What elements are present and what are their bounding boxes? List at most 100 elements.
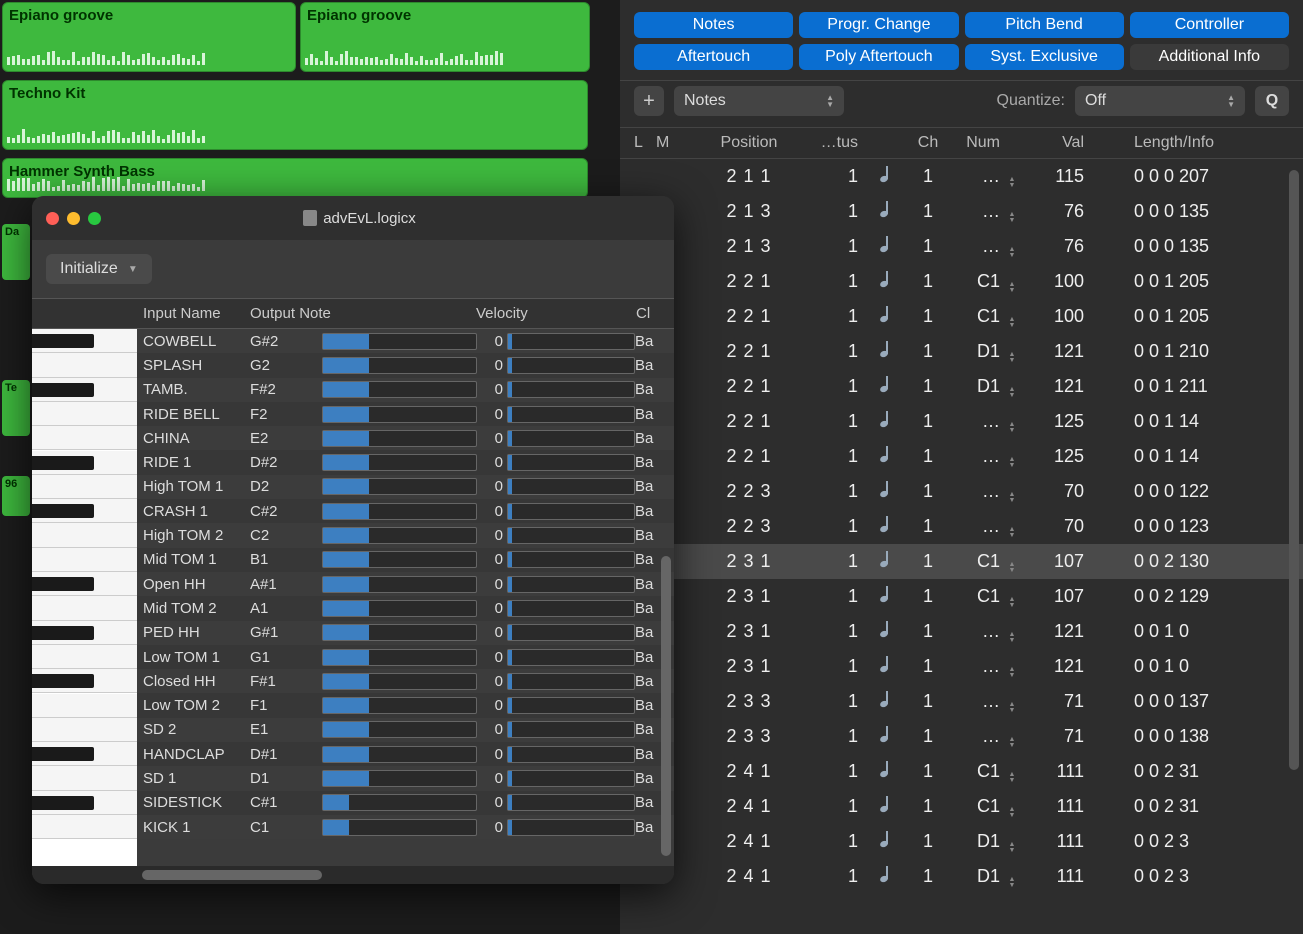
mapping-row[interactable]: PED HH G#1 0 Ba <box>137 621 674 645</box>
scrollbar-horizontal[interactable] <box>32 866 674 884</box>
mapping-row[interactable]: COWBELL G#2 0 Ba <box>137 329 674 353</box>
stepper-icon[interactable]: ▲▼ <box>1009 177 1016 189</box>
stepper-icon[interactable]: ▲▼ <box>1009 807 1016 819</box>
region[interactable]: Hammer Synth Bass <box>2 158 588 198</box>
event-row[interactable]: 2 4 1 1 1 D1 ▲▼ 111 0 0 2 3 <box>620 859 1303 894</box>
event-row[interactable]: 2 3 1 1 1 C1 ▲▼ 107 0 0 2 129 <box>620 579 1303 614</box>
event-rows[interactable]: 2 1 1 1 1 … ▲▼ 115 0 0 0 207 2 1 3 1 1 …… <box>620 159 1303 923</box>
stepper-icon[interactable]: ▲▼ <box>1009 492 1016 504</box>
event-row[interactable]: 2 4 1 1 1 C1 ▲▼ 111 0 0 2 31 <box>620 754 1303 789</box>
mapping-row[interactable]: High TOM 2 C2 0 Ba <box>137 523 674 547</box>
stepper-icon[interactable]: ▲▼ <box>1009 212 1016 224</box>
mapping-row[interactable]: CHINA E2 0 Ba <box>137 426 674 450</box>
filter-aftertouch[interactable]: Aftertouch <box>634 44 793 70</box>
mapping-row[interactable]: KICK 1 C1 0 Ba <box>137 815 674 839</box>
quantize-select[interactable]: Off ▲▼ <box>1075 86 1245 116</box>
event-row[interactable]: 2 2 1 1 1 C1 ▲▼ 100 0 0 1 205 <box>620 264 1303 299</box>
mapping-row[interactable]: Open HH A#1 0 Ba <box>137 572 674 596</box>
event-row[interactable]: 2 3 3 1 1 … ▲▼ 71 0 0 0 138 <box>620 719 1303 754</box>
col-num[interactable]: Num <box>948 134 1000 152</box>
mapping-row[interactable]: SPLASH G2 0 Ba <box>137 353 674 377</box>
col-m[interactable]: M <box>656 134 684 152</box>
stepper-icon[interactable]: ▲▼ <box>1009 352 1016 364</box>
event-row[interactable]: 2 2 1 1 1 D1 ▲▼ 121 0 0 1 210 <box>620 334 1303 369</box>
event-row[interactable]: 2 2 1 1 1 … ▲▼ 125 0 0 1 14 <box>620 404 1303 439</box>
event-row[interactable]: 2 3 1 1 1 … ▲▼ 121 0 0 1 0 <box>620 649 1303 684</box>
event-row[interactable]: 2 3 1 1 1 C1 ▲▼ 107 0 0 2 130 <box>620 544 1303 579</box>
col-l[interactable]: L <box>634 134 656 152</box>
stepper-icon[interactable]: ▲▼ <box>1009 877 1016 889</box>
event-type-select[interactable]: Notes ▲▼ <box>674 86 844 116</box>
stepper-icon[interactable]: ▲▼ <box>1009 597 1016 609</box>
initialize-menu[interactable]: Initialize ▼ <box>46 254 152 284</box>
stepper-icon[interactable]: ▲▼ <box>1009 667 1016 679</box>
stepper-icon[interactable]: ▲▼ <box>1009 317 1016 329</box>
event-row[interactable]: 2 2 1 1 1 C1 ▲▼ 100 0 0 1 205 <box>620 299 1303 334</box>
filter-poly-aftertouch[interactable]: Poly Aftertouch <box>799 44 958 70</box>
event-row[interactable]: 2 4 1 1 1 C1 ▲▼ 111 0 0 2 31 <box>620 789 1303 824</box>
col-output-note[interactable]: Output Note <box>250 305 476 322</box>
stepper-icon[interactable]: ▲▼ <box>1009 562 1016 574</box>
stepper-icon[interactable]: ▲▼ <box>1009 387 1016 399</box>
close-icon[interactable] <box>46 212 59 225</box>
event-row[interactable]: 2 2 3 1 1 … ▲▼ 70 0 0 0 123 <box>620 509 1303 544</box>
event-row[interactable]: 2 1 3 1 1 … ▲▼ 76 0 0 0 135 <box>620 229 1303 264</box>
mapping-row[interactable]: High TOM 1 D2 0 Ba <box>137 475 674 499</box>
col-length[interactable]: Length/Info <box>1084 134 1289 152</box>
add-event-button[interactable]: + <box>634 86 664 116</box>
mapping-row[interactable]: SD 2 E1 0 Ba <box>137 718 674 742</box>
col-position[interactable]: Position <box>684 134 814 152</box>
event-row[interactable]: 2 1 1 1 1 … ▲▼ 115 0 0 0 207 <box>620 159 1303 194</box>
mapping-row[interactable]: Mid TOM 2 A1 0 Ba <box>137 596 674 620</box>
event-row[interactable]: 2 2 1 1 1 D1 ▲▼ 121 0 0 1 211 <box>620 369 1303 404</box>
event-row[interactable]: 2 3 3 1 1 … ▲▼ 71 0 0 0 137 <box>620 684 1303 719</box>
mapping-row[interactable]: RIDE BELL F2 0 Ba <box>137 402 674 426</box>
mapping-row[interactable]: Closed HH F#1 0 Ba <box>137 669 674 693</box>
event-row[interactable]: 2 3 1 1 1 … ▲▼ 121 0 0 1 0 <box>620 614 1303 649</box>
mapping-row[interactable]: CRASH 1 C#2 0 Ba <box>137 499 674 523</box>
mapping-row[interactable]: Low TOM 1 G1 0 Ba <box>137 645 674 669</box>
region[interactable]: Epiano groove <box>2 2 296 72</box>
region[interactable]: Techno Kit <box>2 80 588 150</box>
region[interactable]: Epiano groove <box>300 2 590 72</box>
region-da[interactable]: Da <box>2 224 30 280</box>
stepper-icon[interactable]: ▲▼ <box>1009 457 1016 469</box>
stepper-icon[interactable]: ▲▼ <box>1009 527 1016 539</box>
stepper-icon[interactable]: ▲▼ <box>1009 772 1016 784</box>
mapping-row[interactable]: HANDCLAP D#1 0 Ba <box>137 742 674 766</box>
mapping-row[interactable]: Mid TOM 1 B1 0 Ba <box>137 548 674 572</box>
filter-additional-info[interactable]: Additional Info <box>1130 44 1289 70</box>
col-ch[interactable]: Ch <box>908 134 948 152</box>
event-row[interactable]: 2 2 3 1 1 … ▲▼ 70 0 0 0 122 <box>620 474 1303 509</box>
piano-keyboard[interactable] <box>32 329 137 866</box>
stepper-icon[interactable]: ▲▼ <box>1009 247 1016 259</box>
region-te[interactable]: Te <box>2 380 30 436</box>
stepper-icon[interactable]: ▲▼ <box>1009 702 1016 714</box>
col-velocity[interactable]: Velocity <box>476 305 636 322</box>
scrollbar-vertical[interactable] <box>661 556 671 856</box>
region-96[interactable]: 96 <box>2 476 30 516</box>
col-channel[interactable]: Cl <box>636 305 666 322</box>
col-status[interactable]: …tus <box>814 134 866 152</box>
stepper-icon[interactable]: ▲▼ <box>1009 842 1016 854</box>
stepper-icon[interactable]: ▲▼ <box>1009 632 1016 644</box>
mapping-row[interactable]: RIDE 1 D#2 0 Ba <box>137 450 674 474</box>
event-row[interactable]: 2 2 1 1 1 … ▲▼ 125 0 0 1 14 <box>620 439 1303 474</box>
event-row[interactable]: 2 1 3 1 1 … ▲▼ 76 0 0 0 135 <box>620 194 1303 229</box>
mapping-row[interactable]: SIDESTICK C#1 0 Ba <box>137 791 674 815</box>
col-val[interactable]: Val <box>1024 134 1084 152</box>
filter-pitch-bend[interactable]: Pitch Bend <box>965 12 1124 38</box>
mapping-row[interactable]: SD 1 D1 0 Ba <box>137 766 674 790</box>
filter-syst-exclusive[interactable]: Syst. Exclusive <box>965 44 1124 70</box>
stepper-icon[interactable]: ▲▼ <box>1009 282 1016 294</box>
stepper-icon[interactable]: ▲▼ <box>1009 422 1016 434</box>
mapping-row[interactable]: TAMB. F#2 0 Ba <box>137 378 674 402</box>
filter-progr-change[interactable]: Progr. Change <box>799 12 958 38</box>
filter-controller[interactable]: Controller <box>1130 12 1289 38</box>
col-input-name[interactable]: Input Name <box>137 305 250 322</box>
window-titlebar[interactable]: advEvL.logicx <box>32 196 674 240</box>
scrollbar-vertical[interactable] <box>1289 170 1299 770</box>
quantize-apply-button[interactable]: Q <box>1255 86 1289 116</box>
stepper-icon[interactable]: ▲▼ <box>1009 737 1016 749</box>
filter-notes[interactable]: Notes <box>634 12 793 38</box>
